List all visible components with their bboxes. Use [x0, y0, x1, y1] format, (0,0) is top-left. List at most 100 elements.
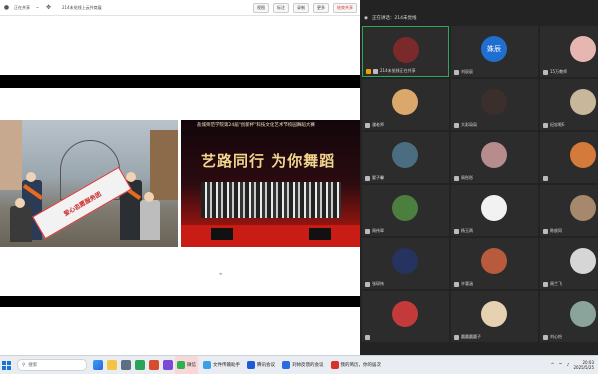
pinned-app[interactable]: [133, 356, 147, 374]
participant-tile[interactable]: 大彩局局: [451, 79, 538, 130]
view-button[interactable]: 视图: [253, 2, 269, 13]
avatar: [481, 89, 507, 115]
building-left: [0, 120, 22, 190]
participant-name-row: 周兰飞: [543, 281, 562, 287]
avatar: [392, 301, 418, 327]
date: 2025/5/25: [573, 365, 594, 370]
app-icon: [177, 361, 185, 369]
pinned-app[interactable]: [161, 356, 175, 374]
participant-name-row: 张琛炜: [365, 281, 384, 287]
pinned-app[interactable]: [147, 356, 161, 374]
participant-name-row: 刘心怡: [543, 334, 562, 340]
participant-tile[interactable]: 周彤彤: [451, 132, 538, 183]
shared-screen-window: ● 正在共享 – ✥ 214未觉线上云共商展 视图 标注 录制 更多 结束共享: [0, 0, 360, 355]
app-label: 我的简历，你的届次: [340, 363, 382, 368]
participant-name-row: 圆圆圆圆子: [454, 334, 481, 340]
app-icon: [282, 361, 290, 369]
speaking-indicator: ◉ 正在讲话：214未觉线: [360, 12, 598, 24]
participant-name: 15万教师: [550, 69, 568, 74]
volunteer: [10, 206, 32, 242]
pinned-app[interactable]: [119, 356, 133, 374]
microphone-icon: [365, 335, 370, 340]
participant-name: 潘老师: [372, 122, 384, 127]
stop-share-button[interactable]: 结束共享: [333, 2, 357, 13]
network-icon[interactable]: ⌔: [558, 362, 562, 368]
more-button[interactable]: 更多: [313, 2, 329, 13]
pin-icon[interactable]: ✥: [45, 4, 52, 11]
microphone-icon: [543, 69, 548, 75]
participant-tile[interactable]: 姝辰刘辰辰: [451, 26, 538, 77]
speaker-left: [211, 228, 233, 240]
avatar: [570, 248, 596, 274]
volunteer-head: [126, 172, 136, 182]
participant-tile[interactable]: 杨玉两: [451, 185, 538, 236]
taskbar-app[interactable]: 微信: [175, 355, 198, 374]
participant-tile[interactable]: [540, 132, 598, 183]
participant-name-row: 214未觉线正在共享: [366, 68, 416, 74]
minimize-icon[interactable]: –: [34, 4, 41, 11]
participant-name: 刘心怡: [550, 334, 562, 339]
participant-name: 大彩局局: [461, 122, 477, 127]
pinned-app[interactable]: [91, 356, 105, 374]
microphone-icon: [454, 228, 459, 234]
microphone-icon: [365, 175, 370, 181]
volunteer: [140, 200, 160, 240]
participant-name-row: 大彩局局: [454, 122, 477, 128]
participant-tile[interactable]: 周兰飞: [540, 238, 598, 289]
dance-competition-photo: 盐城师范学院第24届"创新杯"科技文化艺术节校园舞蹈大赛 艺路同行 为你舞蹈: [181, 120, 360, 247]
participant-tile[interactable]: 15万教师: [540, 26, 598, 77]
event-subtitle: 盐城师范学院第24届"创新杯"科技文化艺术节校园舞蹈大赛: [197, 123, 315, 128]
building-right: [150, 130, 178, 200]
avatar: [392, 89, 418, 115]
taskbar-app[interactable]: 刘帅反馈的会议: [280, 356, 326, 374]
participant-tile[interactable]: 刘心怡: [540, 291, 598, 342]
participant-name: 214未觉线正在共享: [380, 68, 416, 73]
participant-name-row: 陈俊同: [543, 228, 562, 234]
volume-icon[interactable]: ♪: [567, 363, 570, 368]
search-placeholder: 搜索: [28, 363, 38, 368]
pinned-app[interactable]: [105, 356, 119, 374]
avatar: [570, 89, 596, 115]
share-toolbar: ● 正在共享 – ✥ 214未觉线上云共商展 视图 标注 录制 更多 结束共享: [0, 0, 360, 16]
chevron-up-icon[interactable]: ^: [551, 363, 555, 368]
participant-tile[interactable]: 陈俊同: [540, 185, 598, 236]
clock[interactable]: 20:03 2025/5/25: [573, 360, 594, 370]
annotate-button[interactable]: 标注: [273, 2, 289, 13]
share-status: 正在共享: [14, 4, 30, 10]
participant-tile[interactable]: 214未觉线正在共享: [362, 26, 449, 77]
app-icon: [330, 361, 339, 369]
search-box[interactable]: ⚲ 搜索: [17, 359, 87, 371]
letterbox-bottom: [0, 296, 360, 307]
start-button[interactable]: [0, 356, 13, 374]
participant-name: 刘辰辰: [461, 69, 473, 74]
participant-name-row: 刘辰辰: [454, 69, 473, 75]
avatar: 姝辰: [481, 36, 507, 62]
participant-tile[interactable]: 张琛炜: [362, 238, 449, 289]
taskbar-app[interactable]: 腾讯会议: [245, 356, 277, 374]
participant-name: 晏子馨: [372, 175, 384, 180]
participant-name-row: 周彤彤: [454, 175, 473, 181]
participant-name: 许惠涵: [461, 281, 473, 286]
participant-tile[interactable]: [362, 291, 449, 342]
participant-tile[interactable]: 潘老师: [362, 79, 449, 130]
record-button[interactable]: 录制: [293, 2, 309, 13]
participant-tile[interactable]: 晏子馨: [362, 132, 449, 183]
search-icon: ⚲: [22, 362, 26, 368]
participant-name-row: 15万教师: [543, 69, 567, 75]
microphone-icon: [543, 334, 548, 340]
participant-tile[interactable]: 纪忠呢E: [540, 79, 598, 130]
participant-name: 张琛炜: [372, 281, 384, 286]
participant-name: 周伟翠: [372, 228, 384, 233]
taskbar-app[interactable]: 文件传输助手: [201, 356, 242, 374]
avatar: [393, 37, 419, 63]
windows-taskbar: ⚲ 搜索 微信 文件传输助手 腾讯会议 刘帅反馈的会议 我的简历，你的届次 ^ ⌔ ♪ …: [0, 355, 598, 374]
edge-icon: [135, 360, 145, 370]
participant-tile[interactable]: 许惠涵: [451, 238, 538, 289]
share-status-icon: ●: [3, 4, 10, 11]
participant-name-row: [365, 335, 372, 340]
participant-tile[interactable]: 周伟翠: [362, 185, 449, 236]
participant-name-row: 潘老师: [365, 122, 384, 128]
store-icon: [121, 360, 131, 370]
taskbar-app[interactable]: 我的简历，你的届次: [329, 356, 384, 374]
participant-tile[interactable]: 圆圆圆圆子: [451, 291, 538, 342]
